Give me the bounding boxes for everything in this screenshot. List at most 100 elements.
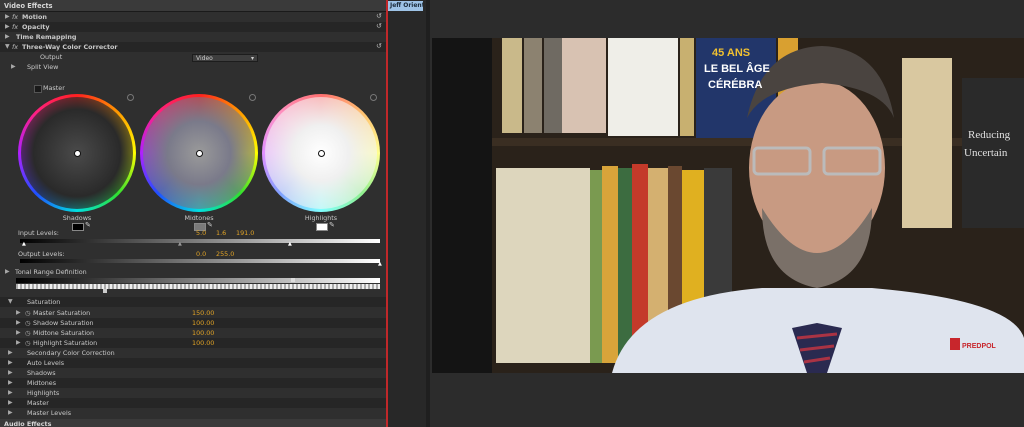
book-text: CÉRÉBRA — [708, 78, 762, 91]
eyedropper-icon[interactable]: ✎ — [85, 221, 91, 229]
tonal-range-row[interactable]: ▶ Tonal Range Definition — [0, 267, 387, 277]
book-text: 45 ANS — [712, 47, 750, 59]
saturation-row[interactable]: ▼ Saturation — [0, 297, 387, 307]
opacity-row[interactable]: ▶ fx Opacity ↺ — [0, 22, 387, 32]
output-label: Output — [40, 53, 63, 61]
stopwatch-icon[interactable]: ◷ — [25, 328, 31, 338]
shadow-saturation-value[interactable]: 100.00 — [192, 318, 214, 328]
eyedropper-icon[interactable]: ✎ — [329, 221, 335, 229]
tonal-shadow-handle[interactable] — [103, 289, 107, 293]
disclosure-triangle-icon[interactable]: ▶ — [8, 378, 13, 388]
disclosure-triangle-icon[interactable]: ▶ — [8, 408, 13, 418]
output-levels-gradient[interactable] — [20, 259, 380, 263]
highlight-saturation-value[interactable]: 100.00 — [192, 338, 214, 348]
midtones-balance-handle[interactable] — [196, 150, 203, 157]
master-row[interactable]: ▶ Master — [0, 398, 387, 408]
disclosure-triangle-icon[interactable]: ▶ — [8, 398, 13, 408]
midtone-saturation-value[interactable]: 100.00 — [192, 328, 214, 338]
output-white-value[interactable]: 255.0 — [216, 250, 234, 258]
input-black-handle[interactable]: ▲ — [22, 241, 26, 247]
input-white-handle[interactable]: ▲ — [288, 241, 292, 247]
highlight-saturation-row[interactable]: ▶ ◷ Highlight Saturation 100.00 — [0, 338, 387, 348]
midtones-wheel[interactable] — [140, 94, 258, 212]
shadows-row[interactable]: ▶ Shadows — [0, 368, 387, 378]
midtones-row[interactable]: ▶ Midtones — [0, 378, 387, 388]
tonal-range-bar[interactable] — [16, 284, 380, 289]
midtone-saturation-row[interactable]: ▶ ◷ Midtone Saturation 100.00 — [0, 328, 387, 338]
fx-icon[interactable]: fx — [12, 12, 18, 22]
input-gamma-value[interactable]: 1.6 — [216, 229, 226, 237]
output-select[interactable]: Video ▾ — [192, 54, 258, 62]
book-text: Uncertain — [964, 147, 1008, 159]
playhead-line[interactable] — [386, 0, 388, 427]
disclosure-triangle-icon[interactable]: ▼ — [8, 297, 13, 307]
disclosure-triangle-icon[interactable]: ▶ — [16, 318, 21, 328]
video-frame[interactable]: PREDPOL 45 ANS LE BEL ÂGE CÉRÉBRA Reduci… — [432, 38, 1024, 373]
master-levels-label: Master Levels — [27, 409, 72, 417]
eyedropper-icon[interactable]: ✎ — [207, 221, 213, 229]
motion-row[interactable]: ▶ fx Motion ↺ — [0, 12, 387, 22]
shadows-wheel[interactable] — [18, 94, 136, 212]
stopwatch-icon[interactable]: ◷ — [25, 318, 31, 328]
book-text: LE BEL ÂGE — [704, 62, 770, 75]
input-gamma-handle[interactable]: ▲ — [178, 241, 182, 247]
wheel-reset-dot[interactable] — [127, 94, 134, 101]
disclosure-triangle-icon[interactable]: ▶ — [8, 358, 13, 368]
timeline-clip[interactable]: Jeff Orientat — [388, 1, 423, 11]
output-black-value[interactable]: 0.0 — [196, 250, 206, 258]
shadow-saturation-label: Shadow Saturation — [33, 319, 94, 327]
input-white-value[interactable]: 191.0 — [236, 229, 254, 237]
input-levels-gradient[interactable] — [20, 239, 380, 243]
reset-icon[interactable]: ↺ — [376, 43, 383, 50]
audio-effects-label: Audio Effects — [4, 420, 52, 427]
highlights-balance-handle[interactable] — [318, 150, 325, 157]
saturation-label: Saturation — [27, 298, 61, 306]
input-black-value[interactable]: 5.0 — [196, 229, 206, 237]
split-view-label: Split View — [27, 63, 59, 71]
highlight-saturation-label: Highlight Saturation — [33, 339, 98, 347]
fx-icon[interactable]: fx — [12, 22, 18, 32]
disclosure-triangle-icon[interactable]: ▶ — [16, 338, 21, 348]
shadows-swatch[interactable] — [72, 223, 84, 231]
disclosure-triangle-icon[interactable]: ▶ — [5, 12, 10, 22]
master-saturation-row[interactable]: ▶ ◷ Master Saturation 150.00 — [0, 308, 387, 318]
auto-levels-label: Auto Levels — [27, 359, 65, 367]
wheel-reset-dot[interactable] — [370, 94, 377, 101]
disclosure-triangle-icon[interactable]: ▶ — [8, 368, 13, 378]
tonal-range-label: Tonal Range Definition — [15, 268, 87, 276]
midtone-saturation-label: Midtone Saturation — [33, 329, 95, 337]
master-checkbox[interactable] — [34, 85, 42, 93]
three-way-row[interactable]: ▼ fx Three-Way Color Corrector ↺ — [0, 42, 387, 52]
disclosure-triangle-icon[interactable]: ▶ — [16, 328, 21, 338]
wheel-reset-dot[interactable] — [249, 94, 256, 101]
disclosure-triangle-icon[interactable]: ▶ — [16, 308, 21, 318]
time-remapping-row[interactable]: ▶ Time Remapping — [0, 32, 387, 42]
shadows-row-label: Shadows — [27, 369, 56, 377]
timeline-strip[interactable] — [388, 0, 426, 427]
secondary-cc-row[interactable]: ▶ Secondary Color Correction — [0, 348, 387, 358]
disclosure-triangle-icon[interactable]: ▶ — [11, 62, 16, 72]
auto-levels-row[interactable]: ▶ Auto Levels — [0, 358, 387, 368]
master-row-label: Master — [27, 399, 49, 407]
fx-icon[interactable]: fx — [12, 42, 18, 52]
reset-icon[interactable]: ↺ — [376, 13, 383, 20]
shadows-balance-handle[interactable] — [74, 150, 81, 157]
disclosure-triangle-icon[interactable]: ▼ — [5, 42, 10, 52]
disclosure-triangle-icon[interactable]: ▶ — [8, 388, 13, 398]
disclosure-triangle-icon[interactable]: ▶ — [8, 348, 13, 358]
highlights-row[interactable]: ▶ Highlights — [0, 388, 387, 398]
shadow-saturation-row[interactable]: ▶ ◷ Shadow Saturation 100.00 — [0, 318, 387, 328]
disclosure-triangle-icon[interactable]: ▶ — [5, 267, 10, 277]
stopwatch-icon[interactable]: ◷ — [25, 338, 31, 348]
master-saturation-value[interactable]: 150.00 — [192, 308, 214, 318]
highlights-swatch[interactable] — [316, 223, 328, 231]
highlights-wheel[interactable] — [262, 94, 380, 212]
split-view-row[interactable]: ▶ Split View — [0, 62, 387, 72]
disclosure-triangle-icon[interactable]: ▶ — [5, 32, 10, 42]
stopwatch-icon[interactable]: ◷ — [25, 308, 31, 318]
disclosure-triangle-icon[interactable]: ▶ — [5, 22, 10, 32]
reset-icon[interactable]: ↺ — [376, 23, 383, 30]
master-levels-row[interactable]: ▶ Master Levels — [0, 408, 387, 418]
tonal-highlight-handle[interactable] — [291, 278, 295, 282]
tonal-range-gradient[interactable] — [16, 278, 380, 283]
